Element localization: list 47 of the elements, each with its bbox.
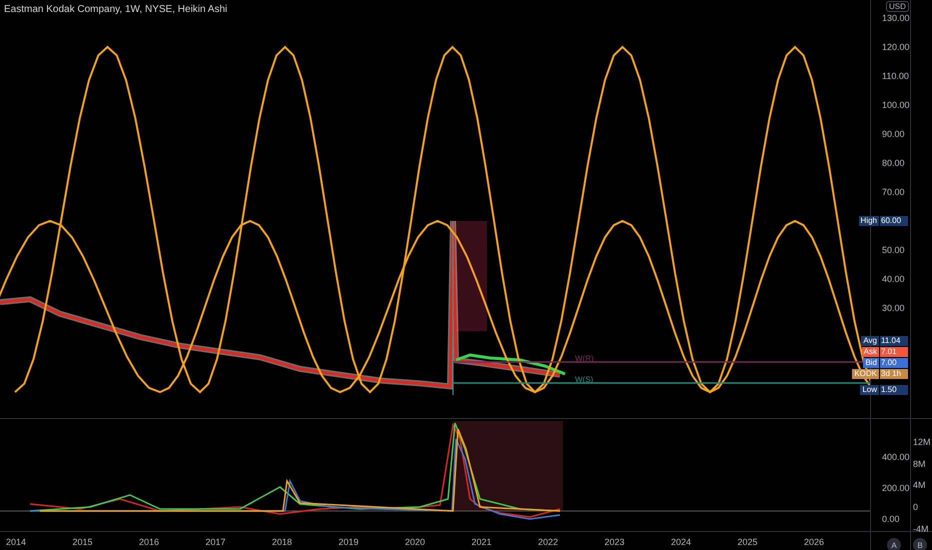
time-tick: 2023 [604,536,625,548]
volume-tick: -4M [913,522,928,535]
scale-mode-button[interactable]: A [887,538,901,550]
price-tag-label: KODK [852,369,879,379]
time-tick: 2024 [671,536,692,548]
price-tag-label: Bid [863,358,879,368]
chart-title: Eastman Kodak Company, 1W, NYSE, Heikin Ashi [4,4,228,15]
price-tick: 80.00 [882,157,905,169]
price-tag-label: Avg [861,336,879,346]
price-tag-value: 11.04 [880,336,908,346]
volume-tick: 8M [913,458,926,470]
price-tick: 100.00 [882,99,910,111]
price-tag-label: Ask [862,347,879,357]
price-tick: 50.00 [882,244,905,256]
scale-mode-button[interactable]: B [913,538,927,550]
time-tick: 2014 [6,536,26,548]
time-tick: 2022 [538,536,558,548]
volume-tick: 12M [913,436,931,448]
time-tick: 2016 [139,536,160,548]
price-tick: 40.00 [882,273,905,285]
price-tick: 30.00 [882,302,905,314]
price-tick: 130.00 [882,12,910,24]
time-tick: 2015 [72,536,93,548]
time-tick: 2017 [206,536,226,548]
currency-label: USD [886,1,909,12]
price-tick: 70.00 [882,186,905,198]
time-tick: 2018 [272,536,292,548]
time-tick: 2026 [804,536,824,548]
volume-tick: 4M [913,479,926,492]
price-tag-value: 3d 1h [880,369,908,379]
price-tick: 90.00 [882,128,905,140]
price-tag-label: High [858,216,879,226]
price-tag-value: 60.00 [880,216,908,226]
oscillator-tick: 400.00 [882,451,910,463]
time-tick: 2020 [405,536,426,548]
price-tick: 120.00 [882,41,910,53]
oscillator-tick: 0.00 [882,513,900,525]
price-tag-value: 7.00 [880,358,908,368]
price-tag-value: 7.01 [880,347,908,357]
volume-tick: 0 [913,501,918,514]
price-tag-value: 1.50 [880,385,908,395]
time-tick: 2025 [738,536,758,548]
oscillator-tick: 200.00 [882,482,910,494]
price-tick: 110.00 [882,70,909,82]
time-tick: 2019 [338,536,359,548]
price-tag-label: Low [860,385,879,395]
time-tick: 2021 [472,536,492,548]
